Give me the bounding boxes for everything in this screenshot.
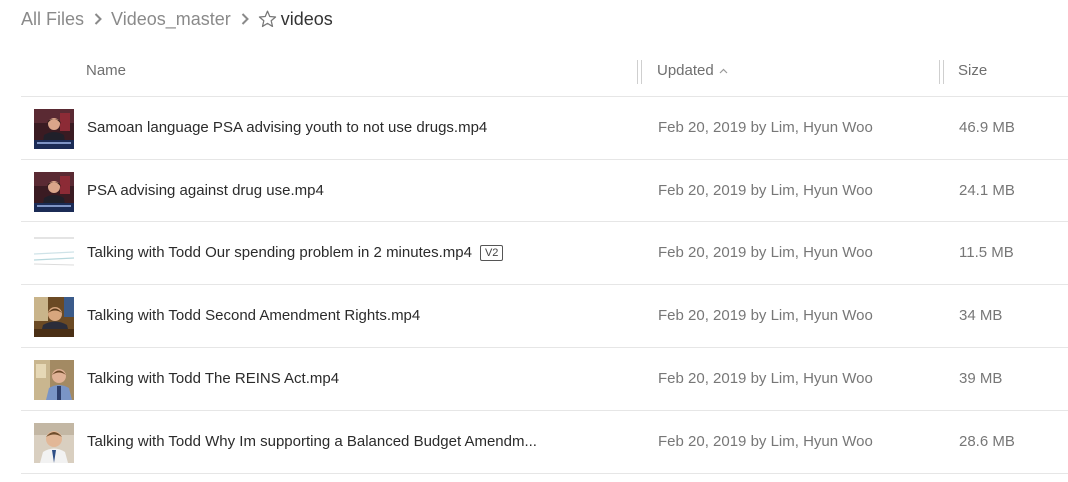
version-badge[interactable]: V2 xyxy=(479,244,504,261)
video-podium-thumbnail xyxy=(34,172,74,212)
file-size: 11.5 MB xyxy=(959,244,1014,261)
column-resize-handle[interactable] xyxy=(939,60,944,84)
file-size: 24.1 MB xyxy=(959,182,1015,199)
file-list: Samoan language PSA advising youth to no… xyxy=(21,97,1068,474)
column-header-name[interactable]: Name xyxy=(86,62,126,79)
file-name[interactable]: Talking with Todd Our spending problem i… xyxy=(87,244,504,261)
video-speaker-thumbnail xyxy=(34,423,74,463)
file-row[interactable]: Talking with Todd Second Amendment Right… xyxy=(21,285,1068,348)
file-size: 46.9 MB xyxy=(959,119,1015,136)
video-podium-thumbnail xyxy=(34,109,74,149)
breadcrumb-current-folder: videos xyxy=(280,8,333,29)
file-updated: Feb 20, 2019 by Lim, Hyun Woo xyxy=(658,244,873,261)
file-row[interactable]: Talking with Todd Why Im supporting a Ba… xyxy=(21,411,1068,474)
column-resize-handle[interactable] xyxy=(637,60,642,84)
star-icon[interactable] xyxy=(258,10,277,28)
file-size: 28.6 MB xyxy=(959,433,1015,450)
file-row[interactable]: Talking with Todd The REINS Act.mp4 Feb … xyxy=(21,348,1068,411)
file-name-label: Talking with Todd Why Im supporting a Ba… xyxy=(87,433,537,450)
file-name[interactable]: Samoan language PSA advising youth to no… xyxy=(87,119,487,136)
column-header-updated-label: Updated xyxy=(657,62,714,79)
file-row[interactable]: Samoan language PSA advising youth to no… xyxy=(21,97,1068,160)
file-name-label: Talking with Todd The REINS Act.mp4 xyxy=(87,370,340,387)
file-name[interactable]: Talking with Todd Why Im supporting a Ba… xyxy=(87,433,537,450)
file-name[interactable]: PSA advising against drug use.mp4 xyxy=(87,182,324,199)
sort-ascending-icon xyxy=(719,68,728,74)
file-name-label: Talking with Todd Second Amendment Right… xyxy=(87,307,421,324)
column-header-updated[interactable]: Updated xyxy=(657,62,728,79)
file-name-label: Talking with Todd Our spending problem i… xyxy=(87,244,472,261)
breadcrumb: All Files Videos_master videos xyxy=(21,6,333,32)
column-header-size[interactable]: Size xyxy=(958,62,987,79)
file-name[interactable]: Talking with Todd Second Amendment Right… xyxy=(87,307,420,324)
breadcrumb-all-files[interactable]: All Files xyxy=(21,9,84,30)
file-name-label: PSA advising against drug use.mp4 xyxy=(87,182,324,199)
file-name-label: Samoan language PSA advising youth to no… xyxy=(87,119,488,136)
file-list-header: Name Updated Size xyxy=(21,52,1068,97)
chevron-right-icon xyxy=(241,13,249,25)
column-header-name-label: Name xyxy=(86,62,127,79)
video-chart-thumbnail xyxy=(34,234,74,274)
video-office-thumbnail xyxy=(34,297,74,337)
file-updated: Feb 20, 2019 by Lim, Hyun Woo xyxy=(658,119,873,136)
breadcrumb-videos-master[interactable]: Videos_master xyxy=(111,9,231,30)
file-updated: Feb 20, 2019 by Lim, Hyun Woo xyxy=(658,182,873,199)
file-row[interactable]: PSA advising against drug use.mp4 Feb 20… xyxy=(21,160,1068,222)
column-header-size-label: Size xyxy=(958,62,988,79)
video-office-thumbnail xyxy=(34,360,74,400)
file-updated: Feb 20, 2019 by Lim, Hyun Woo xyxy=(658,433,873,450)
file-name[interactable]: Talking with Todd The REINS Act.mp4 xyxy=(87,370,339,387)
file-size: 39 MB xyxy=(959,370,1003,387)
file-size: 34 MB xyxy=(959,307,1003,324)
file-updated: Feb 20, 2019 by Lim, Hyun Woo xyxy=(658,370,873,387)
file-row[interactable]: Talking with Todd Our spending problem i… xyxy=(21,222,1068,285)
chevron-right-icon xyxy=(94,13,102,25)
file-updated: Feb 20, 2019 by Lim, Hyun Woo xyxy=(658,307,873,324)
